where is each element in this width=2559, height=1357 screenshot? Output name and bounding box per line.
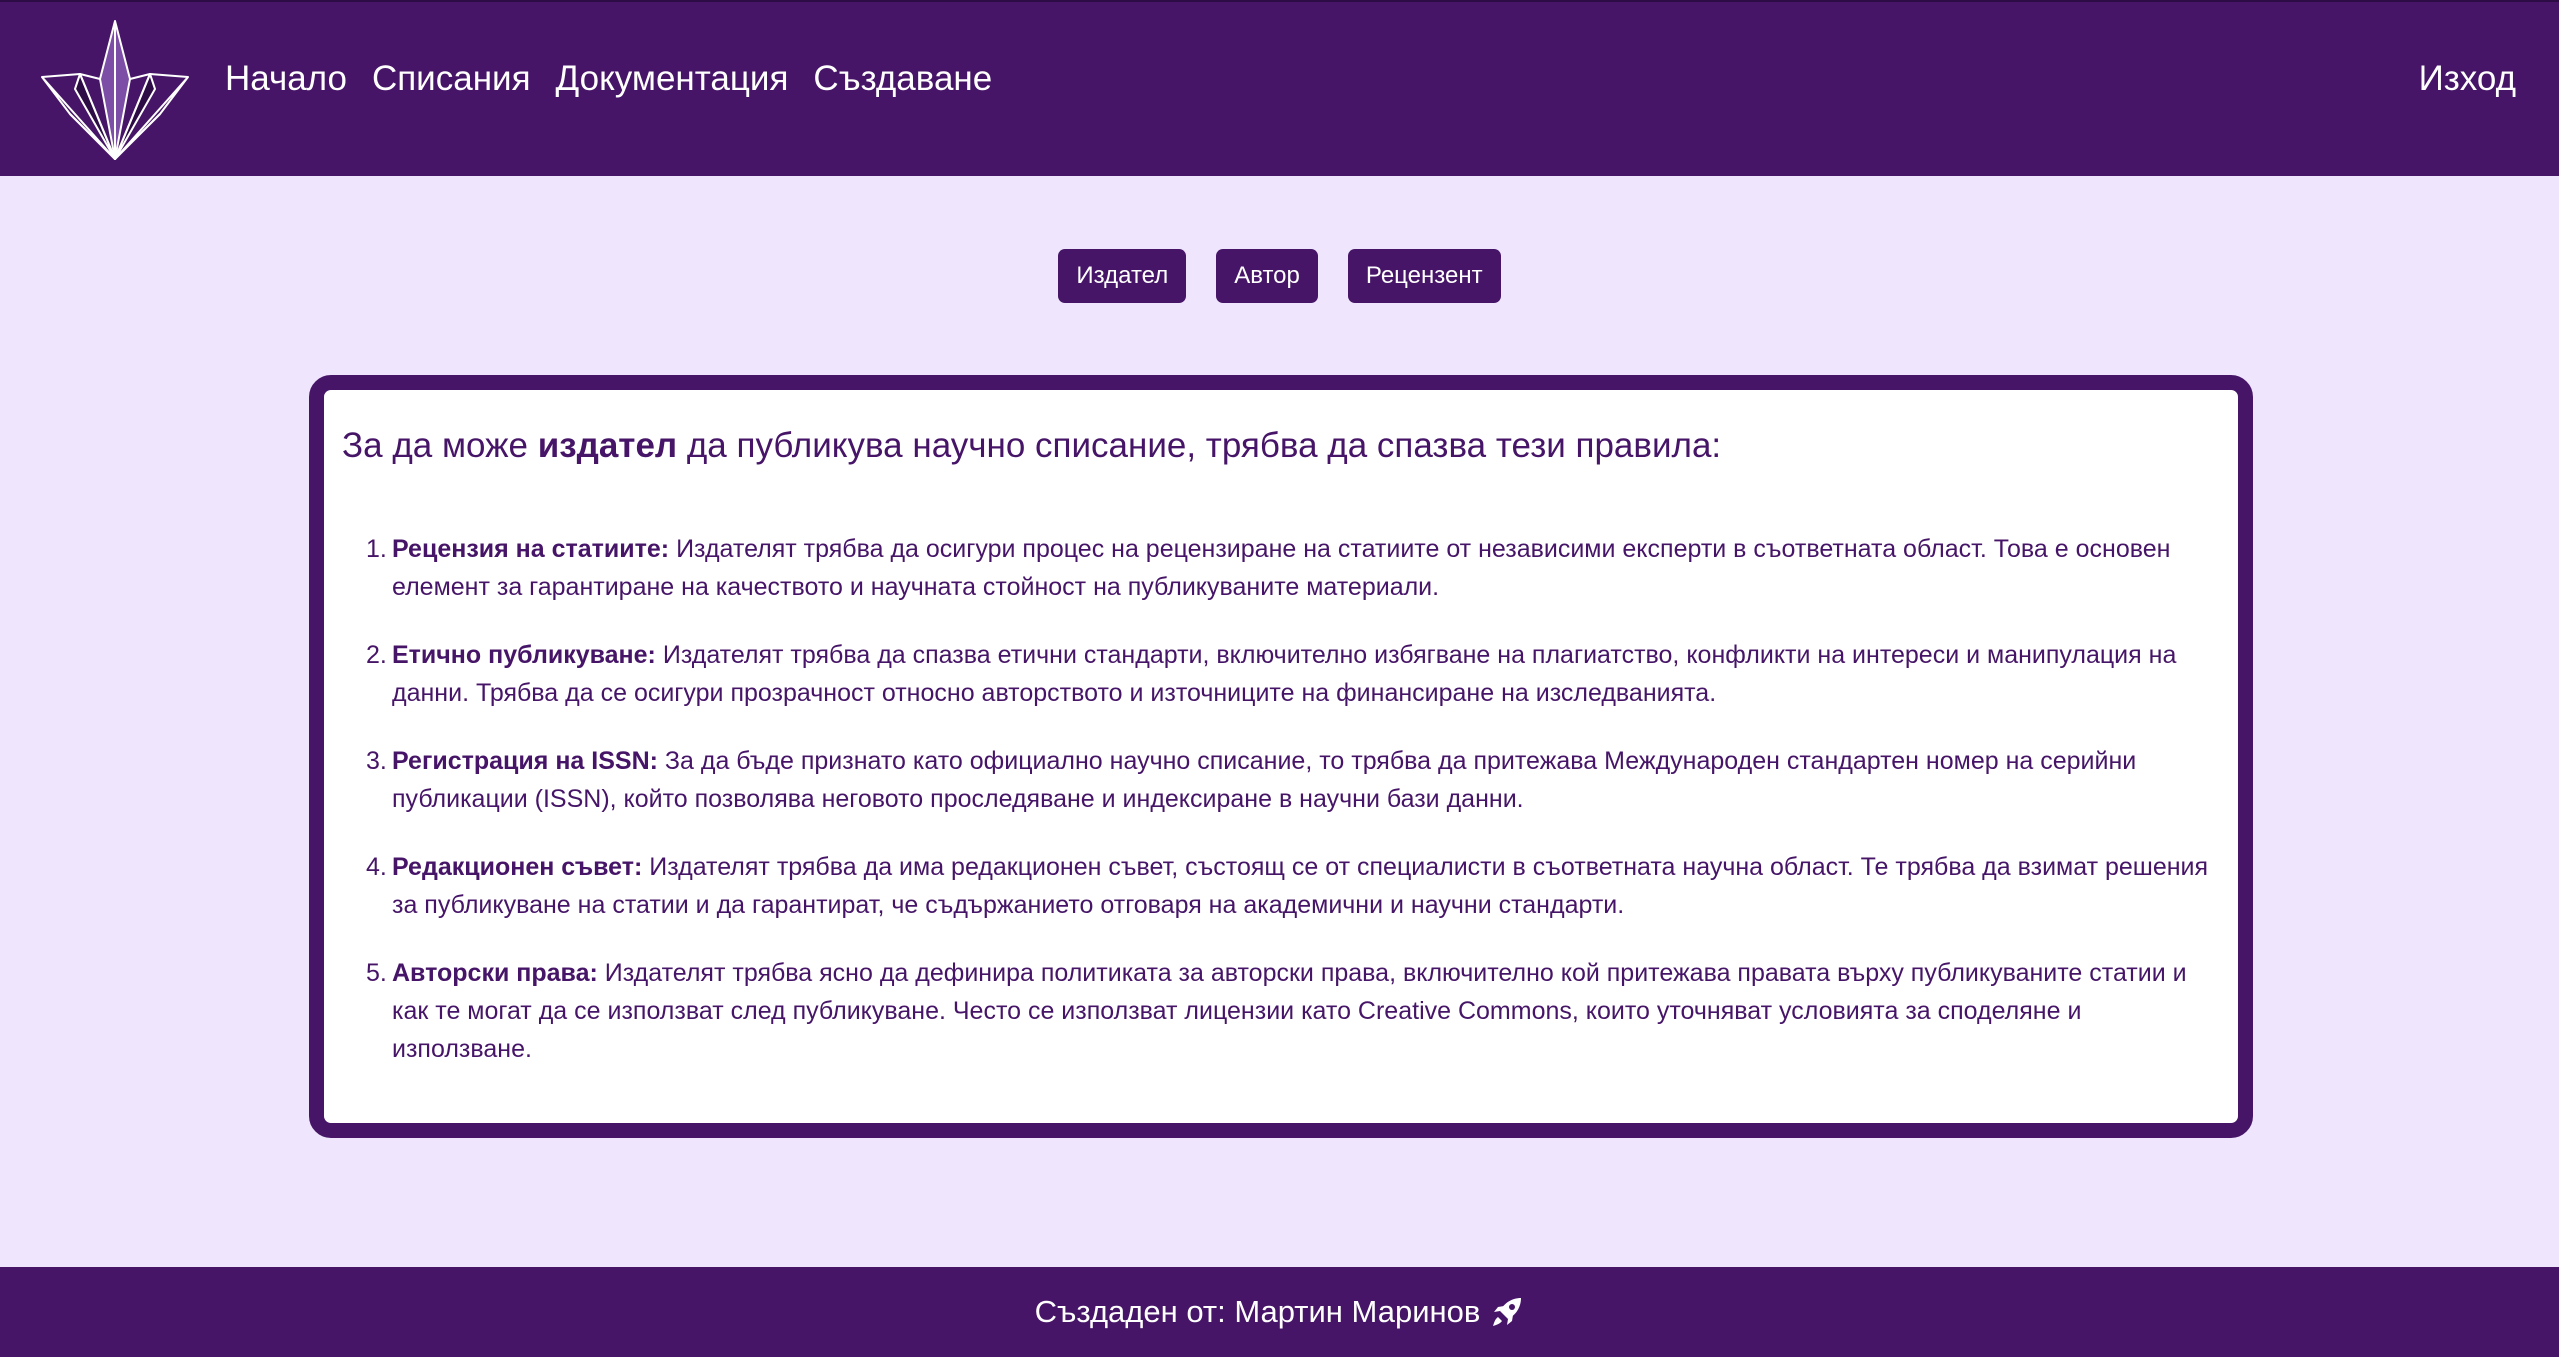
rule-text: Издателят трябва ясно да дефинира полити… [392,959,2187,1063]
rule-item-copyright: 5. Авторски права: Издателят трябва ясно … [366,954,2212,1068]
rule-heading: Рецензия на статиите: [392,535,670,563]
lotus-logo-icon[interactable] [40,19,190,161]
rule-number: 5. [366,959,387,987]
nav-home-link[interactable]: Начало [225,54,347,104]
rule-item-review: 1. Рецензия на статиите: Издателят трябва… [366,530,2212,606]
rules-title-suffix: да публикува научно списание, трябва да … [686,426,1722,465]
rule-heading: Етично публикуване: [392,641,656,669]
nav-journals-link[interactable]: Списания [372,54,531,104]
rule-text: Издателят трябва да спазва етични станда… [392,641,2177,707]
rule-number: 1. [366,535,387,563]
rule-heading: Регистрация на ISSN: [392,747,658,775]
rules-list: 1. Рецензия на статиите: Издателят трябва… [366,530,2212,1098]
footer-credit: Създаден от: Мартин Маринов [1034,1294,1481,1329]
rule-item-editorial-board: 4. Редакционен съвет: Издателят трябва да… [366,848,2212,924]
main-nav: Начало Списания Документация Създаване [225,54,992,104]
rules-card: За да може издател да публикува научно с… [309,375,2253,1138]
top-navbar: Начало Списания Документация Създаване И… [0,0,2559,176]
role-tabs: Издател Автор Рецензент [0,249,2559,303]
role-tab-publisher[interactable]: Издател [1058,249,1187,303]
rules-title-role: издател [537,426,678,465]
role-tab-reviewer[interactable]: Рецензент [1347,249,1501,303]
rule-item-issn: 3. Регистрация на ISSN: За да бъде призна… [366,742,2212,818]
rule-number: 3. [366,747,387,775]
logout-link[interactable]: Изход [2419,54,2516,104]
rule-item-ethics: 2. Етично публикуване: Издателят трябва д… [366,636,2212,712]
rule-number: 2. [366,641,387,669]
rules-title: За да може издател да публикува научно с… [342,424,1721,468]
rule-heading: Редакционен съвет: [392,853,643,881]
nav-create-link[interactable]: Създаване [813,54,992,104]
rule-heading: Авторски права: [392,959,598,987]
page-footer: Създаден от: Мартин Маринов [0,1267,2559,1357]
nav-documentation-link[interactable]: Документация [556,54,789,104]
role-tab-author[interactable]: Автор [1216,249,1318,303]
rocket-icon [1490,1295,1524,1329]
rule-number: 4. [366,853,387,881]
rule-text: Издателят трябва да има редакционен съве… [392,853,2209,919]
rules-title-prefix: За да може [342,426,528,465]
